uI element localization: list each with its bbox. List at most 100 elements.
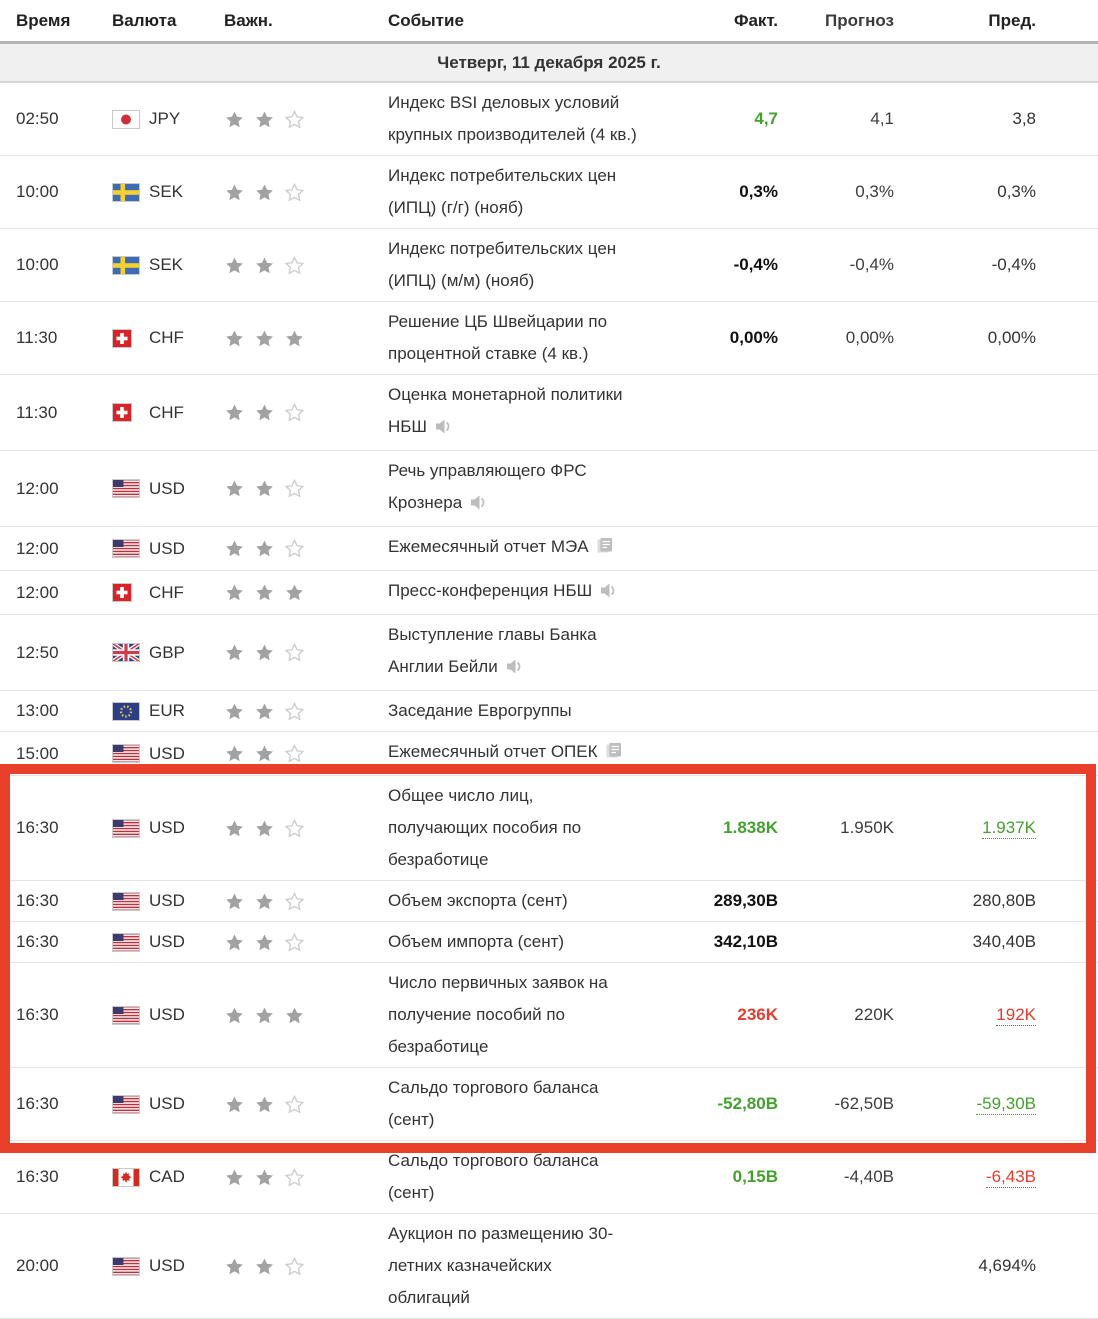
star-icon: [224, 743, 245, 764]
time-cell: 16:30: [16, 932, 59, 951]
event-label[interactable]: Выступление главы Банка Англии Бейли: [388, 625, 597, 676]
table-row[interactable]: 16:30 USD Число первичных заявок на полу…: [0, 963, 1098, 1068]
table-row[interactable]: 16:30 USD Общее число лиц, получающих по…: [0, 776, 1098, 881]
previous-value[interactable]: 1.937K: [982, 818, 1036, 839]
table-row[interactable]: 16:30 USD Объем экспорта (сент) 289,30B …: [0, 881, 1098, 922]
event-label[interactable]: Объем импорта (сент): [388, 932, 564, 951]
importance-stars: [224, 818, 388, 839]
forecast-value: 1.950K: [840, 818, 894, 837]
date-header-row: Четверг, 11 декабря 2025 г.: [0, 44, 1098, 83]
star-icon: [224, 255, 245, 276]
currency-code: USD: [149, 818, 185, 837]
currency-cell: USD: [112, 1256, 224, 1276]
actual-value: 342,10B: [713, 932, 778, 951]
forecast-value: -62,50B: [834, 1094, 894, 1113]
star-icon: [254, 818, 275, 839]
event-label[interactable]: Индекс потребительских цен (ИПЦ) (м/м) (…: [388, 239, 616, 290]
event-label[interactable]: Сальдо торгового баланса (сент): [388, 1078, 598, 1129]
event-cell: Ежемесячный отчет МЭА: [388, 531, 686, 566]
currency-code: USD: [149, 891, 185, 910]
event-label[interactable]: Число первичных заявок на получение посо…: [388, 973, 608, 1056]
actual-value: 0,00%: [729, 328, 778, 347]
economic-calendar-table: Время Валюта Важн. Событие Факт. Прогноз…: [0, 0, 1098, 1319]
table-row[interactable]: 16:30 USD Объем импорта (сент) 342,10B 3…: [0, 922, 1098, 963]
star-icon: [254, 109, 275, 130]
table-row[interactable]: 16:30 CAD Сальдо торгового баланса (сент…: [0, 1141, 1098, 1214]
report-icon: [606, 743, 621, 758]
star-icon: [224, 701, 245, 722]
actual-value: 289,30B: [713, 891, 778, 910]
table-row[interactable]: 15:00 USD Ежемесячный отчет ОПЕК: [0, 732, 1098, 776]
previous-value[interactable]: 192K: [996, 1005, 1036, 1026]
event-label[interactable]: Общее число лиц, получающих пособия по б…: [388, 786, 581, 869]
report-icon: [597, 538, 612, 553]
event-label[interactable]: Оценка монетарной политики НБШ: [388, 385, 623, 436]
importance-stars: [224, 1005, 388, 1026]
event-cell: Индекс BSI деловых условий крупных произ…: [388, 87, 686, 151]
event-label[interactable]: Индекс BSI деловых условий крупных произ…: [388, 93, 637, 144]
previous-value: 0,3%: [997, 182, 1036, 201]
speaker-icon: [506, 659, 521, 674]
event-label[interactable]: Решение ЦБ Швейцарии по процентной ставк…: [388, 312, 607, 363]
table-row[interactable]: 02:50 JPY Индекс BSI деловых условий кру…: [0, 83, 1098, 156]
currency-cell: EUR: [112, 701, 224, 721]
star-icon: [284, 182, 305, 203]
event-icon-slot: [469, 490, 489, 522]
event-label[interactable]: Аукцион по размещению 30- летних казначе…: [388, 1224, 613, 1307]
previous-value[interactable]: -6,43B: [985, 1167, 1036, 1188]
table-row[interactable]: 10:00 SEK Индекс потребительских цен (ИП…: [0, 229, 1098, 302]
forecast-value: 4,1: [870, 109, 894, 128]
time-cell: 16:30: [16, 818, 59, 837]
table-row[interactable]: 12:50 GBP Выступление главы Банка Англии…: [0, 615, 1098, 691]
star-icon: [284, 255, 305, 276]
event-icon-slot: [596, 534, 614, 566]
star-icon: [284, 478, 305, 499]
table-row[interactable]: 12:00 USD Ежемесячный отчет МЭА: [0, 527, 1098, 571]
table-row[interactable]: 11:30 CHF Оценка монетарной политики НБШ: [0, 375, 1098, 451]
importance-stars: [224, 538, 388, 559]
currency-code: USD: [149, 538, 185, 558]
table-row[interactable]: 20:00 USD Аукцион по размещению 30- летн…: [0, 1214, 1098, 1319]
importance-stars: [224, 701, 388, 722]
event-label[interactable]: Сальдо торгового баланса (сент): [388, 1151, 598, 1202]
event-label[interactable]: Объем экспорта (сент): [388, 891, 568, 910]
currency-cell: USD: [112, 932, 224, 952]
star-icon: [254, 182, 275, 203]
actual-value: -52,80B: [717, 1094, 778, 1113]
event-label[interactable]: Заседание Еврогруппы: [388, 701, 572, 720]
event-label[interactable]: Ежемесячный отчет ОПЕК: [388, 742, 598, 761]
event-label[interactable]: Пресс-конференция НБШ: [388, 581, 592, 600]
star-icon: [224, 182, 245, 203]
star-icon: [224, 1005, 245, 1026]
table-row[interactable]: 10:00 SEK Индекс потребительских цен (ИП…: [0, 156, 1098, 229]
header-importance: Важн.: [224, 10, 273, 30]
importance-stars: [224, 642, 388, 663]
event-label[interactable]: Ежемесячный отчет МЭА: [388, 537, 589, 556]
event-cell: Выступление главы Банка Англии Бейли: [388, 619, 686, 686]
table-row[interactable]: 12:00 USD Речь управляющего ФРС Крознера: [0, 451, 1098, 527]
currency-flag-icon: [112, 1167, 140, 1187]
currency-cell: CHF: [112, 403, 224, 423]
star-icon: [284, 328, 305, 349]
event-cell: Решение ЦБ Швейцарии по процентной ставк…: [388, 306, 686, 370]
forecast-value: -4,40B: [843, 1167, 894, 1186]
currency-code: USD: [149, 932, 185, 951]
currency-flag-icon: [112, 182, 140, 202]
star-icon: [254, 701, 275, 722]
event-cell: Общее число лиц, получающих пособия по б…: [388, 780, 686, 876]
currency-cell: USD: [112, 539, 224, 559]
time-cell: 11:30: [16, 328, 58, 347]
currency-flag-icon: [112, 932, 140, 952]
previous-value[interactable]: -59,30B: [976, 1094, 1036, 1115]
table-row[interactable]: 11:30 CHF Решение ЦБ Швейцарии по процен…: [0, 302, 1098, 375]
currency-flag-icon: [112, 744, 140, 763]
star-icon: [284, 1005, 305, 1026]
table-row[interactable]: 13:00 EUR Заседание Еврогруппы: [0, 691, 1098, 732]
table-row[interactable]: 16:30 USD Сальдо торгового баланса (сент…: [0, 1068, 1098, 1141]
speaker-icon: [436, 419, 450, 434]
currency-flag-icon: [112, 328, 140, 348]
star-icon: [284, 402, 305, 423]
currency-flag-icon: [112, 109, 140, 129]
table-row[interactable]: 12:00 CHF Пресс-конференция НБШ: [0, 571, 1098, 615]
event-label[interactable]: Индекс потребительских цен (ИПЦ) (г/г) (…: [388, 166, 616, 217]
